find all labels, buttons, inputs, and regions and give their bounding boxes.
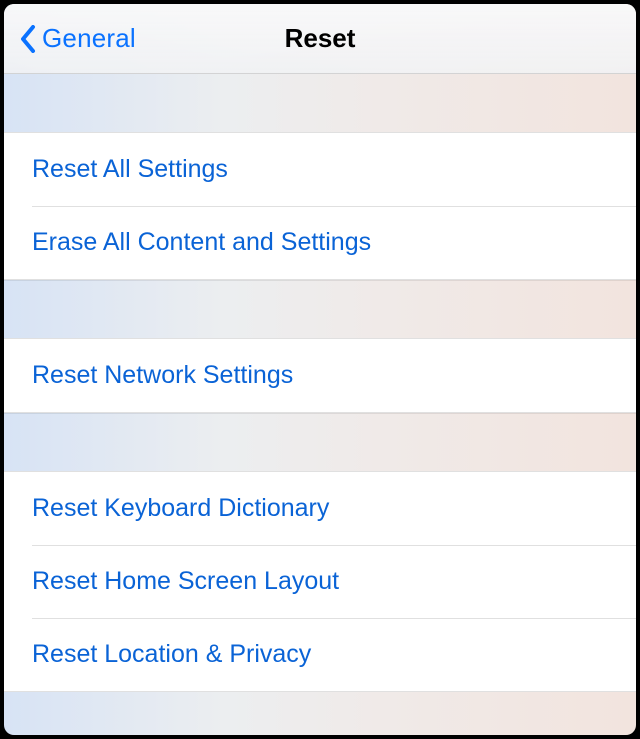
reset-group-2: Reset Network Settings <box>4 338 636 413</box>
back-button[interactable]: General <box>18 23 136 54</box>
reset-network-settings-row[interactable]: Reset Network Settings <box>4 339 636 412</box>
reset-keyboard-dictionary-row[interactable]: Reset Keyboard Dictionary <box>4 472 636 545</box>
row-label: Reset Location & Privacy <box>32 640 311 668</box>
group-spacer <box>4 413 636 471</box>
navigation-bar: General Reset <box>4 4 636 74</box>
group-spacer <box>4 280 636 338</box>
row-label: Reset All Settings <box>32 155 228 183</box>
reset-group-3: Reset Keyboard Dictionary Reset Home Scr… <box>4 471 636 692</box>
row-label: Reset Network Settings <box>32 361 293 389</box>
reset-location-privacy-row[interactable]: Reset Location & Privacy <box>4 618 636 691</box>
bottom-padding <box>4 692 636 702</box>
reset-home-screen-layout-row[interactable]: Reset Home Screen Layout <box>4 545 636 618</box>
content-scroll[interactable]: Reset All Settings Erase All Content and… <box>4 74 636 735</box>
row-label: Reset Keyboard Dictionary <box>32 494 329 522</box>
reset-all-settings-row[interactable]: Reset All Settings <box>4 133 636 206</box>
back-label: General <box>42 23 136 54</box>
group-spacer <box>4 74 636 132</box>
reset-group-1: Reset All Settings Erase All Content and… <box>4 132 636 280</box>
chevron-left-icon <box>18 24 38 54</box>
row-label: Reset Home Screen Layout <box>32 567 339 595</box>
erase-all-content-row[interactable]: Erase All Content and Settings <box>4 206 636 279</box>
row-label: Erase All Content and Settings <box>32 228 371 256</box>
settings-reset-screen: General Reset Reset All Settings Erase A… <box>4 4 636 735</box>
